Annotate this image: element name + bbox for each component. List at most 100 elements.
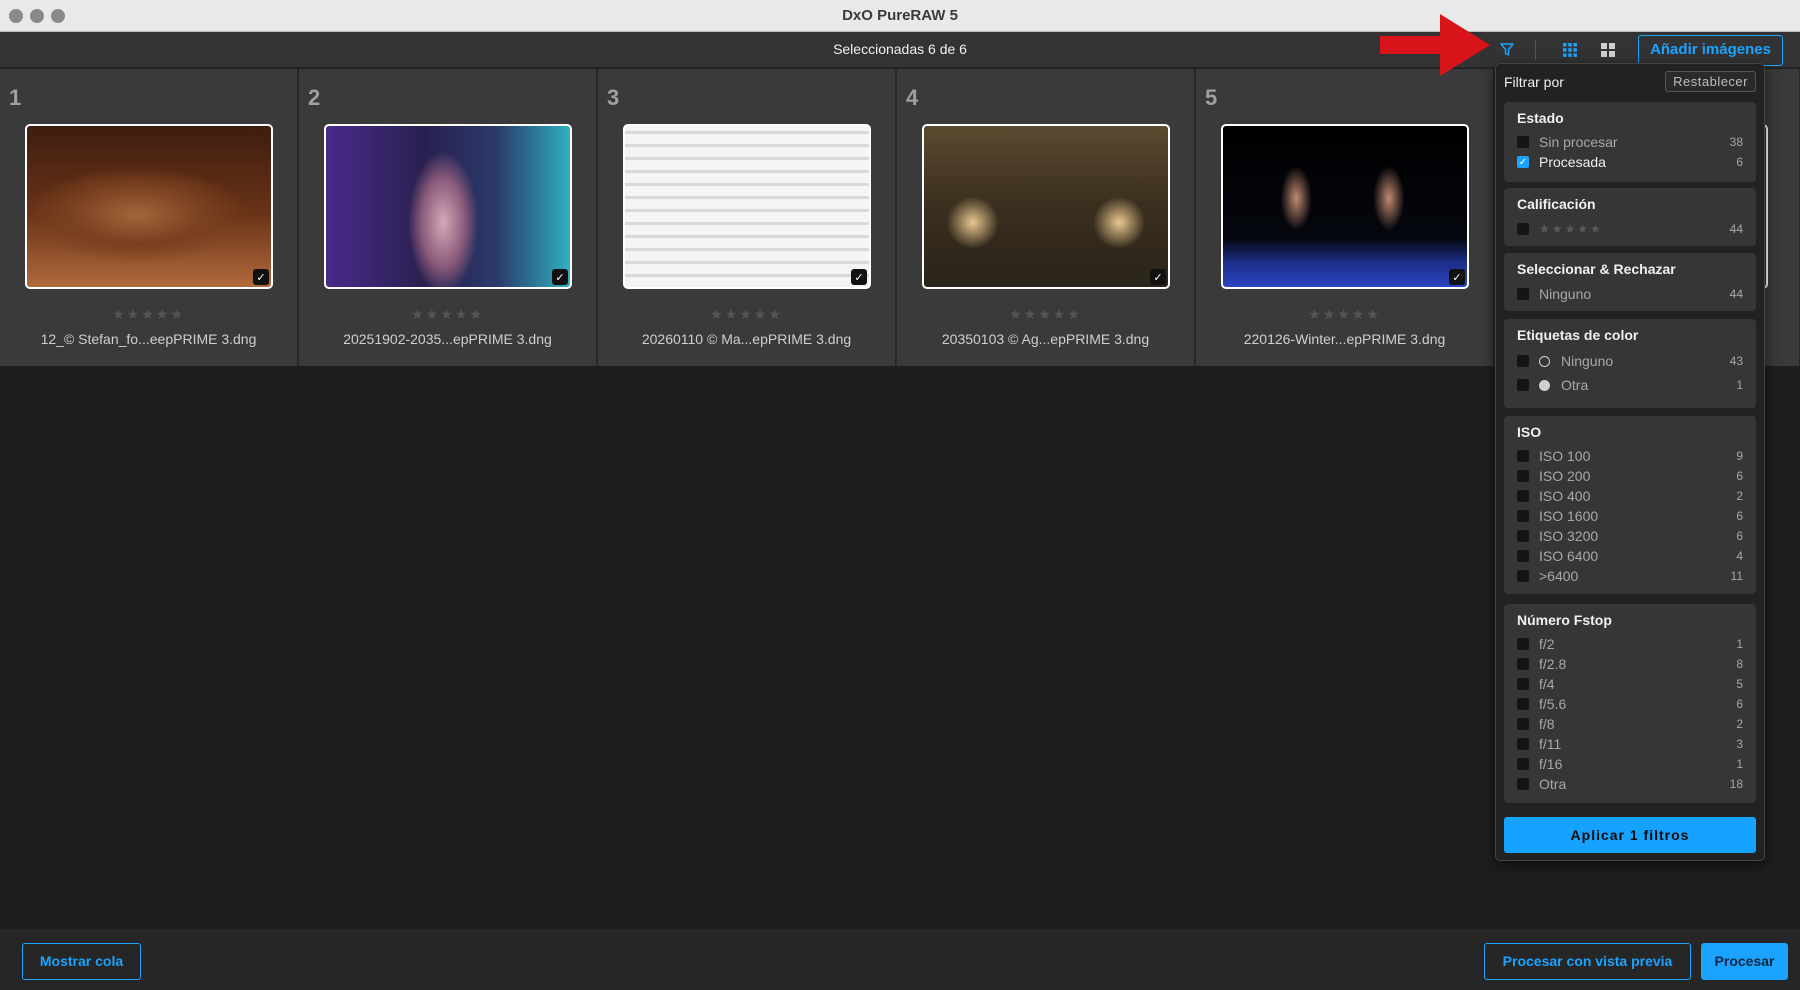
star-rating[interactable]: ★★★★★	[0, 306, 297, 323]
color-other-icon	[1539, 380, 1550, 391]
apply-filters-button[interactable]: Aplicar 1 filtros	[1504, 817, 1756, 853]
filter-section-seleccionar: Seleccionar & Rechazar Ninguno 44	[1504, 253, 1756, 311]
filter-option[interactable]: ISO 100 9	[1517, 447, 1743, 465]
filter-option[interactable]: f/8 2	[1517, 715, 1743, 733]
selected-check-icon[interactable]: ✓	[253, 269, 269, 285]
filter-option[interactable]: f/16 1	[1517, 755, 1743, 773]
section-title: Etiquetas de color	[1517, 327, 1639, 343]
star-rating[interactable]: ★★★★★	[598, 306, 895, 323]
add-images-button[interactable]: Añadir imágenes	[1638, 35, 1783, 66]
star-rating: ★★★★★	[1539, 222, 1603, 236]
section-title: ISO	[1517, 424, 1542, 440]
checkbox[interactable]	[1517, 288, 1529, 300]
thumbnail-filename: 12_© Stefan_fo...eepPRIME 3.dng	[40, 331, 257, 347]
thumbnail-cell[interactable]: 3 ✓ ★★★★★ 20260110 © Ma...epPRIME 3.dng	[598, 69, 896, 366]
checkbox[interactable]	[1517, 223, 1529, 235]
thumbnail-number: 2	[308, 85, 321, 110]
thumbnail-image[interactable]: ✓	[922, 124, 1170, 289]
thumbnail-cell[interactable]: 1 ✓ ★★★★★ 12_© Stefan_fo...eepPRIME 3.dn…	[0, 69, 298, 366]
checkbox[interactable]	[1517, 510, 1529, 522]
thumbnail-cell[interactable]: 5 ✓ ★★★★★ 220126-Winter...epPRIME 3.dng	[1196, 69, 1494, 366]
checkbox[interactable]	[1517, 698, 1529, 710]
process-button[interactable]: Procesar	[1701, 943, 1788, 980]
filter-section-estado: Estado Sin procesar 38 ✓ Procesada 6	[1504, 102, 1756, 182]
star-rating[interactable]: ★★★★★	[299, 306, 596, 323]
filter-panel: Filtrar por Restablecer Estado Sin proce…	[1495, 63, 1765, 861]
selected-check-icon[interactable]: ✓	[552, 269, 568, 285]
thumbnail-image[interactable]: ✓	[623, 124, 871, 289]
thumbnail-image[interactable]: ✓	[1221, 124, 1469, 289]
thumbnail-filename: 20350103 © Ag...epPRIME 3.dng	[941, 331, 1150, 347]
filter-option[interactable]: f/5.6 6	[1517, 695, 1743, 713]
checkbox[interactable]	[1517, 379, 1529, 391]
checkbox-checked[interactable]: ✓	[1517, 156, 1529, 168]
filter-option[interactable]: Otra 1	[1517, 376, 1743, 394]
bottom-bar: Mostrar cola Procesar con vista previa P…	[0, 930, 1800, 990]
thumbnail-cell[interactable]: 4 ✓ ★★★★★ 20350103 © Ag...epPRIME 3.dng	[897, 69, 1195, 366]
title-bar: DxO PureRAW 5	[0, 0, 1800, 32]
grid-view-button[interactable]	[1557, 38, 1583, 62]
filter-button[interactable]	[1494, 38, 1520, 62]
selected-check-icon[interactable]: ✓	[1150, 269, 1166, 285]
filter-option[interactable]: f/4 5	[1517, 675, 1743, 693]
process-with-preview-button[interactable]: Procesar con vista previa	[1484, 943, 1691, 980]
filter-option[interactable]: Otra 18	[1517, 775, 1743, 793]
filter-option[interactable]: ISO 200 6	[1517, 467, 1743, 485]
thumbnail-image[interactable]: ✓	[25, 124, 273, 289]
checkbox[interactable]	[1517, 658, 1529, 670]
grid-icon	[1563, 43, 1577, 57]
checkbox[interactable]	[1517, 718, 1529, 730]
star-rating[interactable]: ★★★★★	[1196, 306, 1493, 323]
checkbox[interactable]	[1517, 638, 1529, 650]
reset-filters-button[interactable]: Restablecer	[1665, 71, 1756, 92]
filter-option[interactable]: f/11 3	[1517, 735, 1743, 753]
filter-option[interactable]: Sin procesar 38	[1517, 133, 1743, 151]
checkbox[interactable]	[1517, 758, 1529, 770]
filter-option[interactable]: f/2 1	[1517, 635, 1743, 653]
color-none-icon	[1539, 356, 1550, 367]
section-title: Número Fstop	[1517, 612, 1612, 628]
filter-section-etiquetas: Etiquetas de color Ninguno 43 Otra 1	[1504, 319, 1756, 408]
thumbnail-number: 5	[1205, 85, 1218, 110]
filter-option[interactable]: ✓ Procesada 6	[1517, 153, 1743, 171]
show-queue-button[interactable]: Mostrar cola	[22, 943, 141, 980]
filter-option[interactable]: Ninguno 44	[1517, 285, 1743, 303]
filter-option[interactable]: ISO 6400 4	[1517, 547, 1743, 565]
selected-check-icon[interactable]: ✓	[1449, 269, 1465, 285]
filter-section-fstop: Número Fstop f/2 1 f/2.8 8 f/4 5 f/5.6 6 f/8…	[1504, 604, 1756, 803]
filter-option[interactable]: ★★★★★ 44	[1517, 220, 1743, 238]
checkbox[interactable]	[1517, 570, 1529, 582]
filter-option[interactable]: ISO 1600 6	[1517, 507, 1743, 525]
selection-count: Seleccionadas 6 de 6	[833, 41, 967, 57]
checkbox[interactable]	[1517, 470, 1529, 482]
thumbnail-image[interactable]: ✓	[324, 124, 572, 289]
section-title: Seleccionar & Rechazar	[1517, 261, 1676, 277]
app-window: DxO PureRAW 5 Seleccionadas 6 de 6 Añadi…	[0, 0, 1800, 990]
checkbox[interactable]	[1517, 490, 1529, 502]
annotation-arrow-icon	[1380, 14, 1490, 76]
section-title: Estado	[1517, 110, 1564, 126]
window-title: DxO PureRAW 5	[842, 7, 958, 24]
filter-option[interactable]: Ninguno 43	[1517, 352, 1743, 370]
thumbnail-number: 3	[607, 85, 620, 110]
thumbnail-cell[interactable]: 2 ✓ ★★★★★ 20251902-2035...epPRIME 3.dng	[299, 69, 597, 366]
selected-check-icon[interactable]: ✓	[851, 269, 867, 285]
filter-option[interactable]: f/2.8 8	[1517, 655, 1743, 673]
checkbox[interactable]	[1517, 738, 1529, 750]
filter-option[interactable]: >6400 11	[1517, 567, 1743, 585]
checkbox[interactable]	[1517, 550, 1529, 562]
checkbox[interactable]	[1517, 778, 1529, 790]
checkbox[interactable]	[1517, 450, 1529, 462]
checkbox[interactable]	[1517, 678, 1529, 690]
star-rating[interactable]: ★★★★★	[897, 306, 1194, 323]
layout-icon	[1601, 43, 1615, 57]
checkbox[interactable]	[1517, 530, 1529, 542]
thumbnail-filename: 20251902-2035...epPRIME 3.dng	[343, 331, 552, 347]
filter-section-calificacion: Calificación ★★★★★ 44	[1504, 188, 1756, 246]
filter-option[interactable]: ISO 400 2	[1517, 487, 1743, 505]
checkbox[interactable]	[1517, 355, 1529, 367]
filter-option[interactable]: ISO 3200 6	[1517, 527, 1743, 545]
checkbox[interactable]	[1517, 136, 1529, 148]
thumbnail-number: 1	[9, 85, 22, 110]
compare-view-button[interactable]	[1595, 38, 1621, 62]
